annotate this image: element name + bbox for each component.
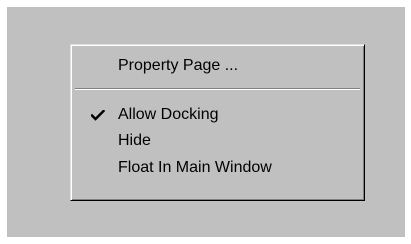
dialog-background: Property Page ... Allow Docking Hide Flo… xyxy=(7,7,405,237)
menu-item-label: Hide xyxy=(118,132,151,149)
menu-separator xyxy=(75,88,360,90)
context-menu: Property Page ... Allow Docking Hide Flo… xyxy=(70,44,365,201)
menu-item-allow-docking[interactable]: Allow Docking xyxy=(73,102,362,128)
menu-item-label: Allow Docking xyxy=(118,106,219,123)
checkmark-icon xyxy=(91,102,105,128)
menu-item-label: Float In Main Window xyxy=(118,159,272,176)
menu-item-property-page[interactable]: Property Page ... xyxy=(73,53,362,79)
menu-item-hide[interactable]: Hide xyxy=(73,128,362,154)
menu-item-label: Property Page ... xyxy=(118,57,239,74)
menu-item-float-in-main-window[interactable]: Float In Main Window xyxy=(73,155,362,181)
